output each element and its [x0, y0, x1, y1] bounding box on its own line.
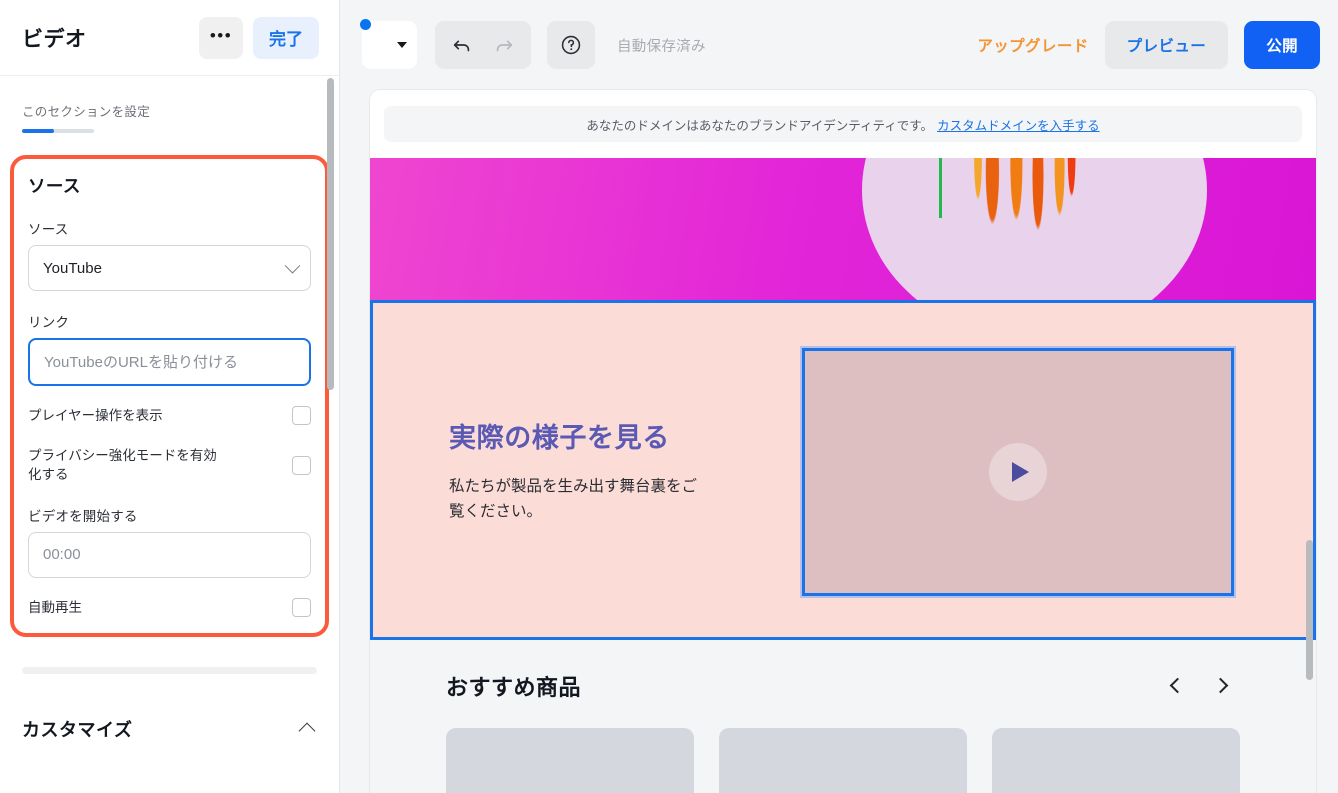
carousel-prev-button[interactable] [1166, 675, 1188, 697]
play-icon [1012, 462, 1029, 482]
done-button[interactable]: 完了 [253, 16, 319, 59]
redo-button[interactable] [483, 24, 525, 66]
desktop-monitor-icon [373, 37, 390, 53]
show-controls-row[interactable]: プレイヤー操作を表示 [28, 406, 311, 426]
video-settings-panel: ビデオ ••• 完了 このセクションを設定 ソース ソース YouTube リン… [0, 0, 340, 793]
toolbar-right-group: アップグレード プレビュー 公開 [977, 21, 1320, 69]
chevron-up-icon [298, 722, 316, 740]
editor-area: 自動保存済み アップグレード プレビュー 公開 あなたのドメインはあなたのブラン… [340, 0, 1338, 793]
source-select[interactable]: YouTube [28, 245, 311, 291]
show-controls-checkbox[interactable] [292, 406, 311, 426]
featured-products-section: おすすめ商品 [370, 640, 1316, 793]
site-canvas: あなたのドメインはあなたのブランドアイデンティティです。 カスタムドメインを入手… [370, 90, 1316, 793]
video-section-selected[interactable]: 実際の様子を見る 私たちが製品を生み出す舞台裏をご覧ください。 [370, 300, 1316, 640]
app-root: ビデオ ••• 完了 このセクションを設定 ソース ソース YouTube リン… [0, 0, 1338, 793]
products-header: おすすめ商品 [446, 670, 1240, 702]
domain-banner-text: あなたのドメインはあなたのブランドアイデンティティです。 [586, 118, 934, 133]
product-card[interactable] [719, 728, 967, 793]
more-options-button[interactable]: ••• [199, 16, 243, 59]
show-controls-label: プレイヤー操作を表示 [28, 408, 163, 423]
panel-scrollbar[interactable] [327, 78, 334, 390]
canvas-scrollbar[interactable] [1306, 540, 1313, 680]
carousel-next-button[interactable] [1212, 675, 1234, 697]
source-section-card: ソース ソース YouTube リンク プレイヤー操作を表示 プライバシー強化モ… [10, 155, 329, 638]
caret-down-icon [396, 42, 407, 48]
preview-button[interactable]: プレビュー [1104, 21, 1229, 69]
source-heading: ソース [28, 176, 81, 196]
chevron-left-icon [1169, 677, 1186, 694]
product-card[interactable] [446, 728, 694, 793]
products-carousel-arrows [1166, 675, 1240, 697]
link-field-label: リンク [28, 315, 70, 330]
link-input[interactable] [28, 338, 311, 386]
play-button[interactable] [989, 443, 1047, 501]
product-grid [446, 728, 1240, 793]
customize-section-header[interactable]: カスタマイズ [22, 716, 317, 742]
help-circle-icon [561, 35, 581, 55]
autosave-status: 自動保存済み [617, 38, 706, 55]
products-title: おすすめ商品 [446, 675, 582, 700]
chevron-right-icon [1212, 677, 1229, 694]
autoplay-checkbox[interactable] [292, 597, 311, 617]
undo-button[interactable] [441, 24, 483, 66]
publish-button[interactable]: 公開 [1244, 21, 1320, 69]
section-progress-fill [22, 129, 55, 133]
domain-banner: あなたのドメインはあなたのブランドアイデンティティです。 カスタムドメインを入手… [384, 106, 1302, 142]
start-time-input[interactable] [28, 531, 311, 578]
autoplay-label: 自動再生 [28, 599, 82, 615]
privacy-mode-row[interactable]: プライバシー強化モードを有効化する [28, 446, 311, 485]
editor-toolbar: 自動保存済み アップグレード プレビュー 公開 [340, 0, 1338, 90]
video-text-block: 実際の様子を見る 私たちが製品を生み出す舞台裏をご覧ください。 [373, 416, 862, 525]
autoplay-row[interactable]: 自動再生 [28, 597, 311, 618]
panel-scroll-area: このセクションを設定 ソース ソース YouTube リンク プレイヤー操 [0, 77, 339, 793]
hero-dried-flowers [965, 158, 1086, 253]
video-player-placeholder[interactable] [802, 348, 1234, 596]
more-dots-icon: ••• [209, 26, 233, 45]
custom-domain-link[interactable]: カスタムドメインを入手する [937, 115, 1100, 134]
device-selector-button[interactable] [360, 19, 417, 69]
undo-redo-group [435, 21, 531, 69]
privacy-mode-label: プライバシー強化モードを有効化する [28, 447, 217, 483]
upgrade-link[interactable]: アップグレード [977, 34, 1088, 56]
source-field-label: ソース [28, 222, 69, 237]
help-button[interactable] [547, 21, 595, 69]
notification-dot-icon [360, 19, 371, 30]
customize-label: カスタマイズ [22, 720, 133, 741]
panel-divider [22, 667, 317, 675]
hero-image-section[interactable] [370, 158, 1316, 303]
hero-green-stem [939, 158, 943, 218]
source-select-value: YouTube [43, 259, 102, 277]
section-progress-bar [22, 129, 94, 133]
start-time-label: ビデオを開始する [28, 508, 138, 524]
panel-header: ビデオ ••• 完了 [0, 0, 339, 76]
section-progress-label: このセクションを設定 [22, 105, 151, 119]
privacy-mode-checkbox[interactable] [292, 455, 311, 475]
chevron-down-icon [284, 258, 301, 274]
undo-icon [453, 40, 470, 52]
video-heading: 実際の様子を見る [449, 422, 670, 453]
product-card[interactable] [992, 728, 1240, 793]
video-subtext: 私たちが製品を生み出す舞台裏をご覧ください。 [449, 477, 698, 520]
redo-icon [496, 40, 513, 52]
page-title: ビデオ [22, 27, 87, 51]
